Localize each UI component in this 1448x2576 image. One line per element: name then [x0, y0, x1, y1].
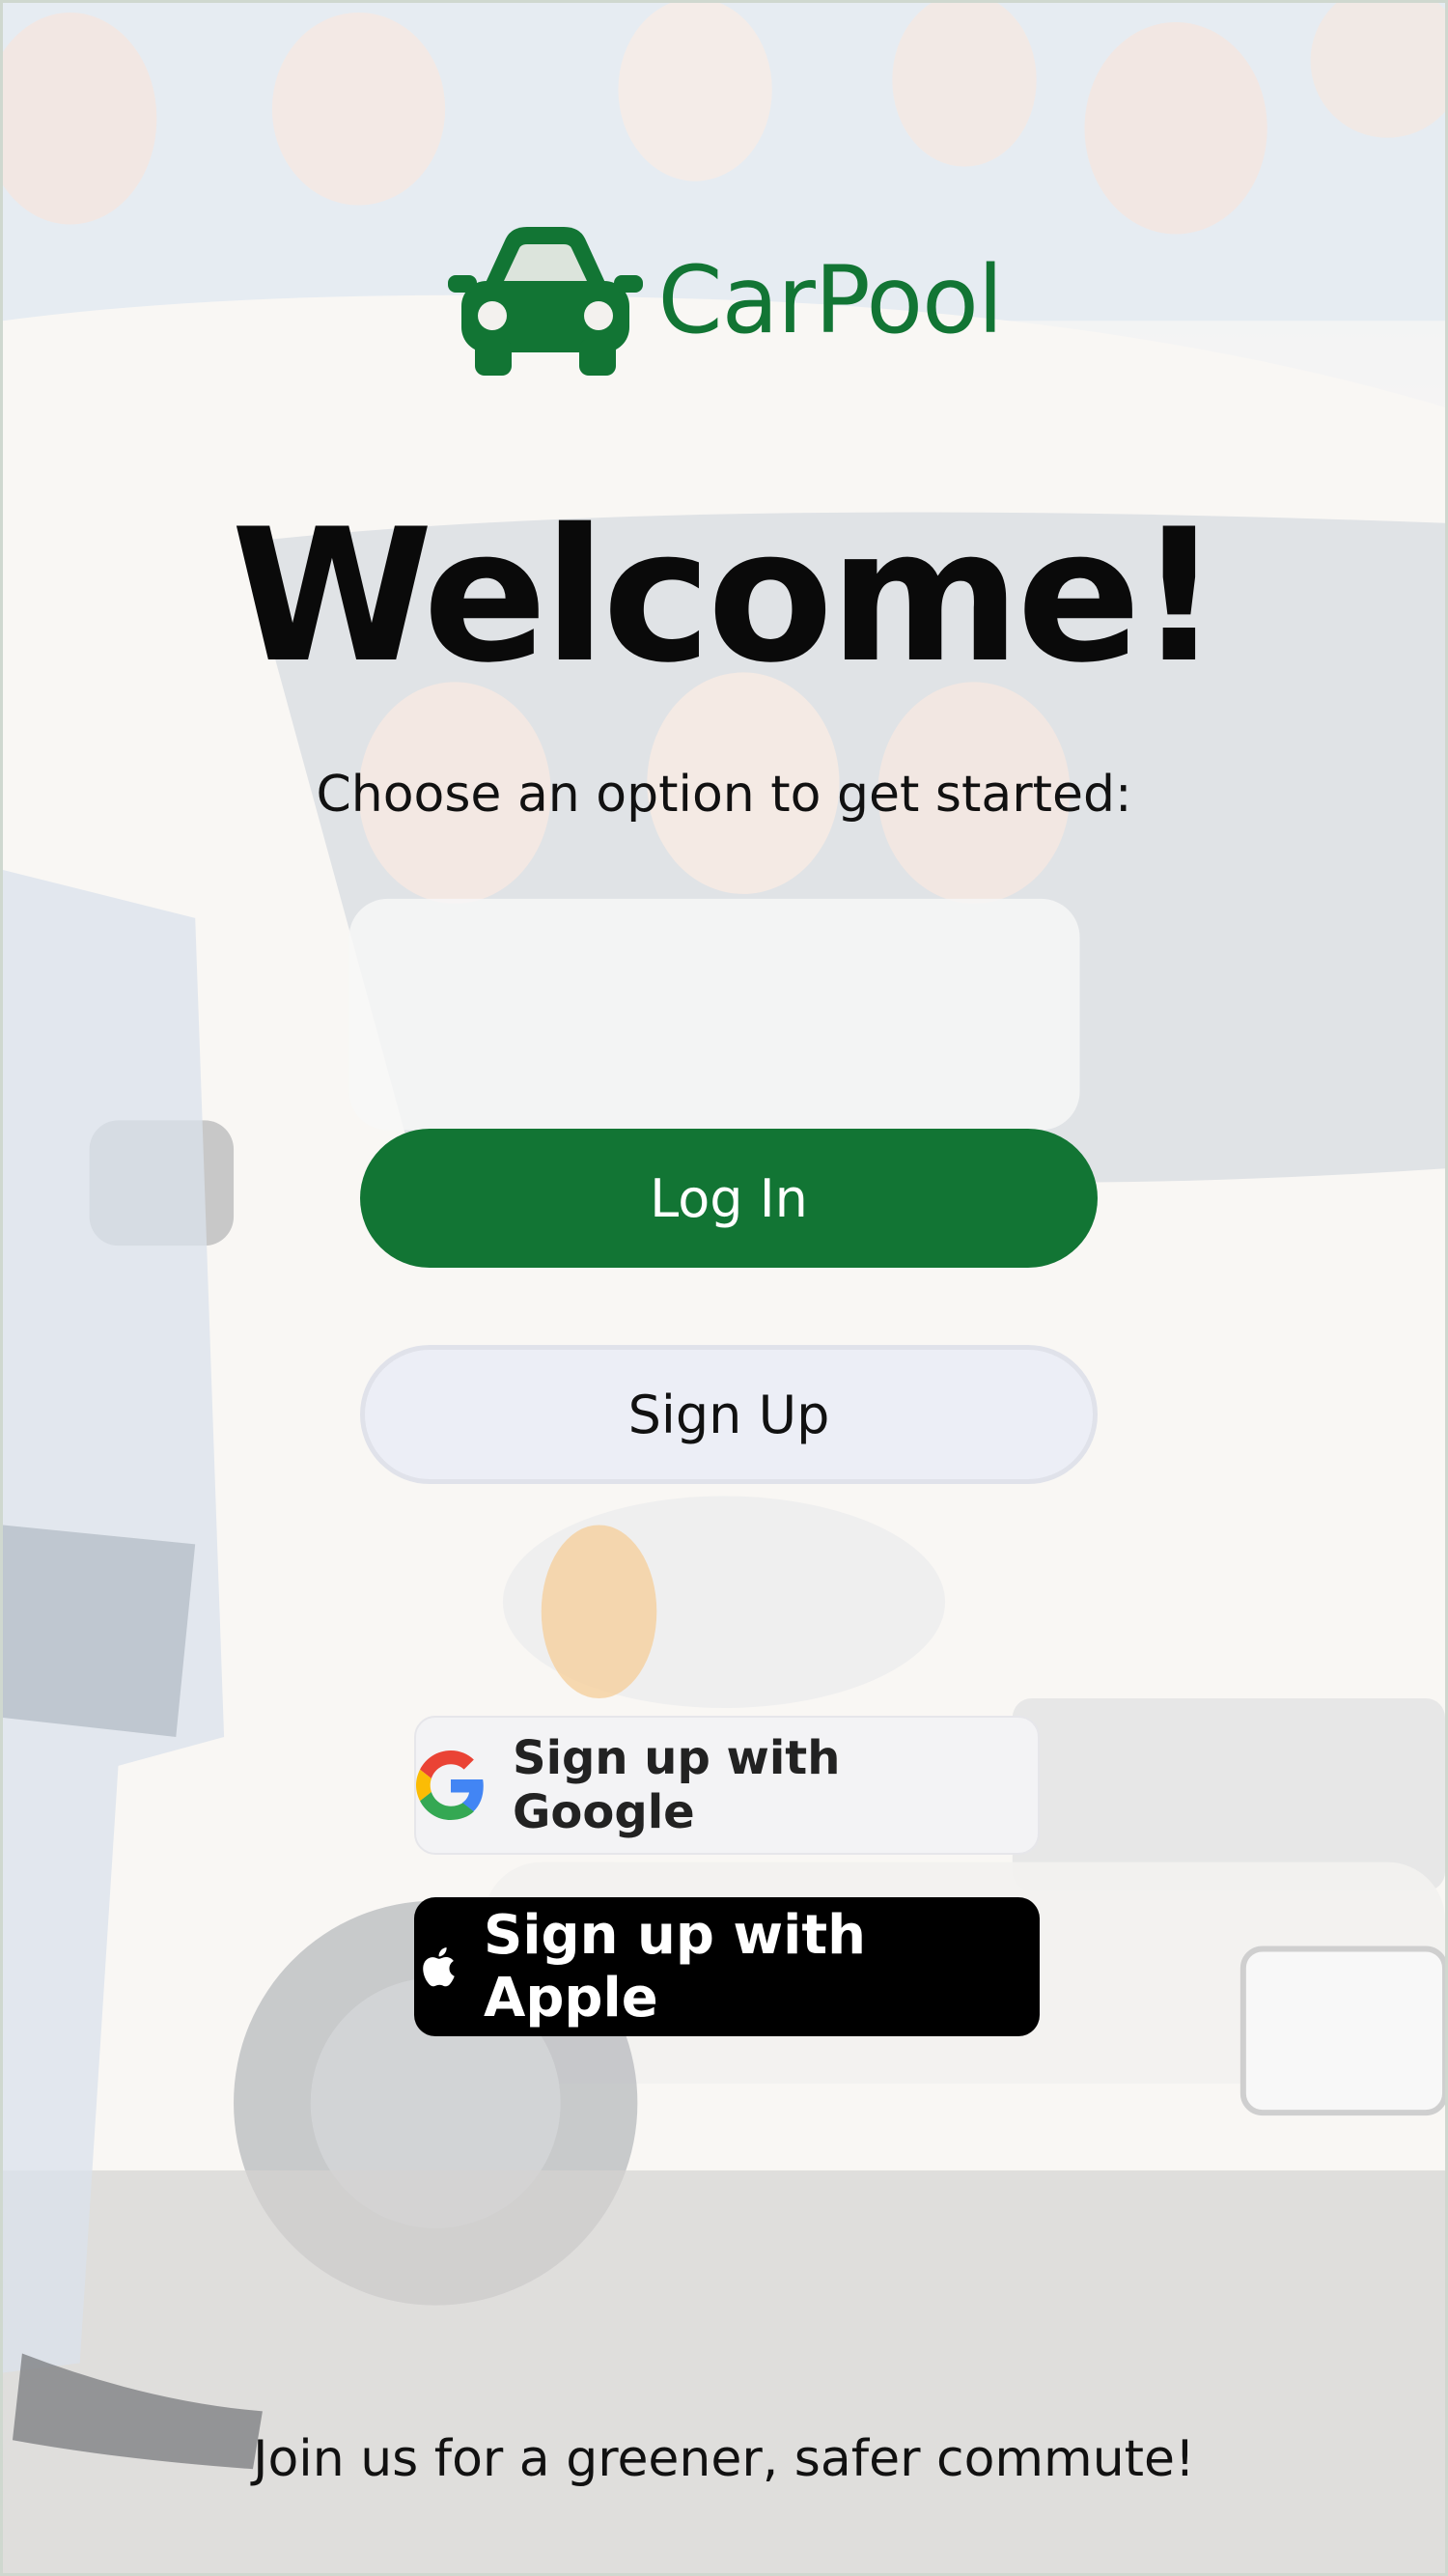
brand-name: CarPool — [657, 246, 1004, 354]
signup-button-label: Sign Up — [627, 1384, 830, 1445]
footer-tagline: Join us for a greener, safer commute! — [253, 2430, 1195, 2488]
page-subtitle: Choose an option to get started: — [316, 766, 1132, 824]
google-signup-label: Sign up with Google — [513, 1731, 841, 1839]
google-icon — [416, 1750, 486, 1820]
apple-signup-button[interactable]: Sign up with Apple — [414, 1897, 1040, 2036]
apple-signup-label: Sign up with Apple — [484, 1904, 866, 2030]
car-icon — [446, 225, 645, 376]
welcome-content: CarPool Welcome! Choose an option to get… — [3, 3, 1445, 2573]
brand-logo: CarPool — [3, 225, 1445, 376]
welcome-screen: CarPool Welcome! Choose an option to get… — [0, 0, 1448, 2576]
login-button-label: Log In — [650, 1167, 808, 1229]
page-title: Welcome! — [231, 490, 1220, 703]
google-signup-button[interactable]: Sign up with Google — [414, 1716, 1040, 1855]
signup-button[interactable]: Sign Up — [360, 1345, 1098, 1484]
apple-icon — [414, 1941, 457, 1993]
login-button[interactable]: Log In — [360, 1129, 1098, 1268]
